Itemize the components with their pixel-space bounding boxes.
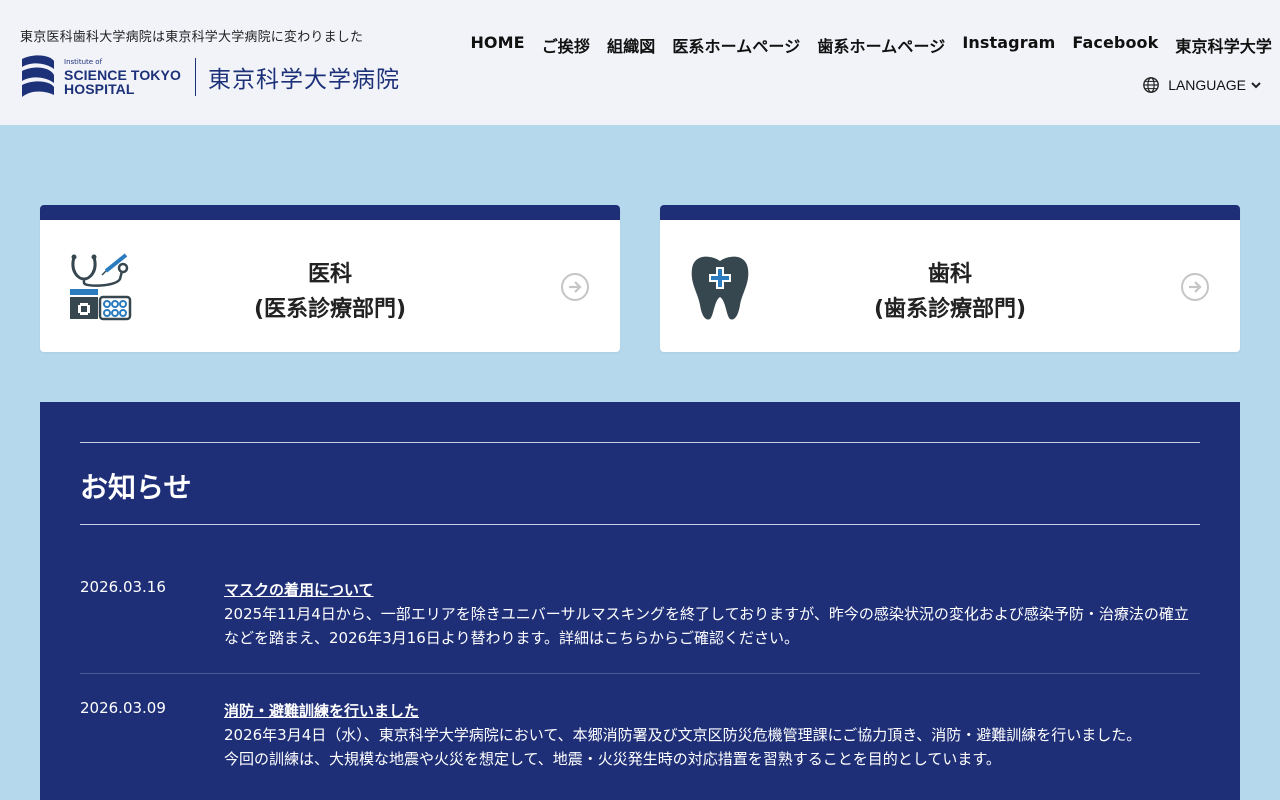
nav-dental-home[interactable]: 歯系ホームページ	[817, 33, 945, 57]
card-top-bar	[40, 205, 620, 220]
rename-notice: 東京医科歯科大学病院は東京科学大学病院に変わりました	[20, 30, 364, 45]
news-heading: お知らせ	[80, 471, 192, 504]
arrow-right-circle-icon	[1181, 273, 1209, 301]
news-body: 消防・避難訓練を行いました 2026年3月4日（水）、東京科学大学病院において、…	[224, 699, 1200, 771]
news-date: 2026.03.16	[80, 578, 166, 596]
news-body: マスクの着用について 2025年11月4日から、一部エリアを除きユニバーサルマス…	[224, 578, 1200, 650]
logo-en-line1: SCIENCE TOKYO	[64, 66, 181, 83]
language-selector[interactable]: LANGUAGE	[1142, 76, 1270, 94]
medical-icon	[70, 253, 132, 321]
dental-card-line1: 歯科	[927, 262, 972, 287]
logo-mark-icon	[22, 55, 54, 97]
nav-instagram[interactable]: Instagram	[962, 33, 1055, 57]
tooth-icon	[691, 256, 749, 320]
dental-card-line2: (歯系診療部門)	[873, 297, 1027, 322]
globe-icon	[1143, 77, 1160, 93]
logo-english: Institute of SCIENCE TOKYO HOSPITAL	[64, 57, 181, 97]
dental-card-title: 歯科 (歯系診療部門)	[810, 257, 1090, 327]
nav-home[interactable]: HOME	[470, 33, 524, 57]
news-section: お知らせ 2026.03.16 マスクの着用について 2025年11月4日から、…	[40, 402, 1240, 800]
logo-japanese: 東京科学大学病院	[207, 67, 400, 93]
medical-card-title: 医科 (医系診療部門)	[190, 257, 470, 327]
medical-department-card[interactable]: 医科 (医系診療部門)	[40, 205, 620, 352]
medical-card-line1: 医科	[307, 262, 352, 287]
nav-medical-home[interactable]: 医系ホームページ	[672, 33, 800, 57]
news-description: 2025年11月4日から、一部エリアを除きユニバーサルマスキングを終了しておりま…	[224, 605, 1189, 647]
news-separator	[80, 673, 1200, 674]
arrow-right-circle-icon	[561, 273, 589, 301]
medical-card-line2: (医系診療部門)	[253, 297, 407, 322]
news-date: 2026.03.09	[80, 699, 166, 717]
nav-science-tokyo[interactable]: 東京科学大学	[1175, 33, 1272, 57]
site-header: 東京医科歯科大学病院は東京科学大学病院に変わりました Institute of …	[0, 0, 1280, 125]
nav-organization[interactable]: 組織図	[607, 33, 655, 57]
nav-greeting[interactable]: ご挨拶	[542, 33, 590, 57]
dental-department-card[interactable]: 歯科 (歯系診療部門)	[660, 205, 1240, 352]
news-title-link[interactable]: マスクの着用について	[224, 578, 1200, 602]
news-title-link[interactable]: 消防・避難訓練を行いました	[224, 699, 1200, 723]
divider	[80, 524, 1200, 525]
logo-en-line2: HOSPITAL	[64, 80, 135, 97]
logo-en-small: Institute of	[64, 57, 103, 66]
logo-divider	[194, 58, 196, 96]
divider	[80, 442, 1200, 443]
news-description: 2026年3月4日（水）、東京科学大学病院において、本郷消防署及び文京区防災危機…	[224, 726, 1142, 744]
language-label: LANGUAGE	[1168, 77, 1246, 93]
hospital-logo[interactable]: Institute of SCIENCE TOKYO HOSPITAL 東京科学…	[20, 52, 400, 102]
chevron-down-icon	[1251, 82, 1261, 89]
main-nav: HOME ご挨拶 組織図 医系ホームページ 歯系ホームページ Instagram…	[453, 33, 1272, 57]
card-top-bar	[660, 205, 1240, 220]
news-description-2: 今回の訓練は、大規模な地震や火災を想定して、地震・火災発生時の対応措置を習熟する…	[224, 750, 1001, 768]
nav-facebook[interactable]: Facebook	[1072, 33, 1158, 57]
